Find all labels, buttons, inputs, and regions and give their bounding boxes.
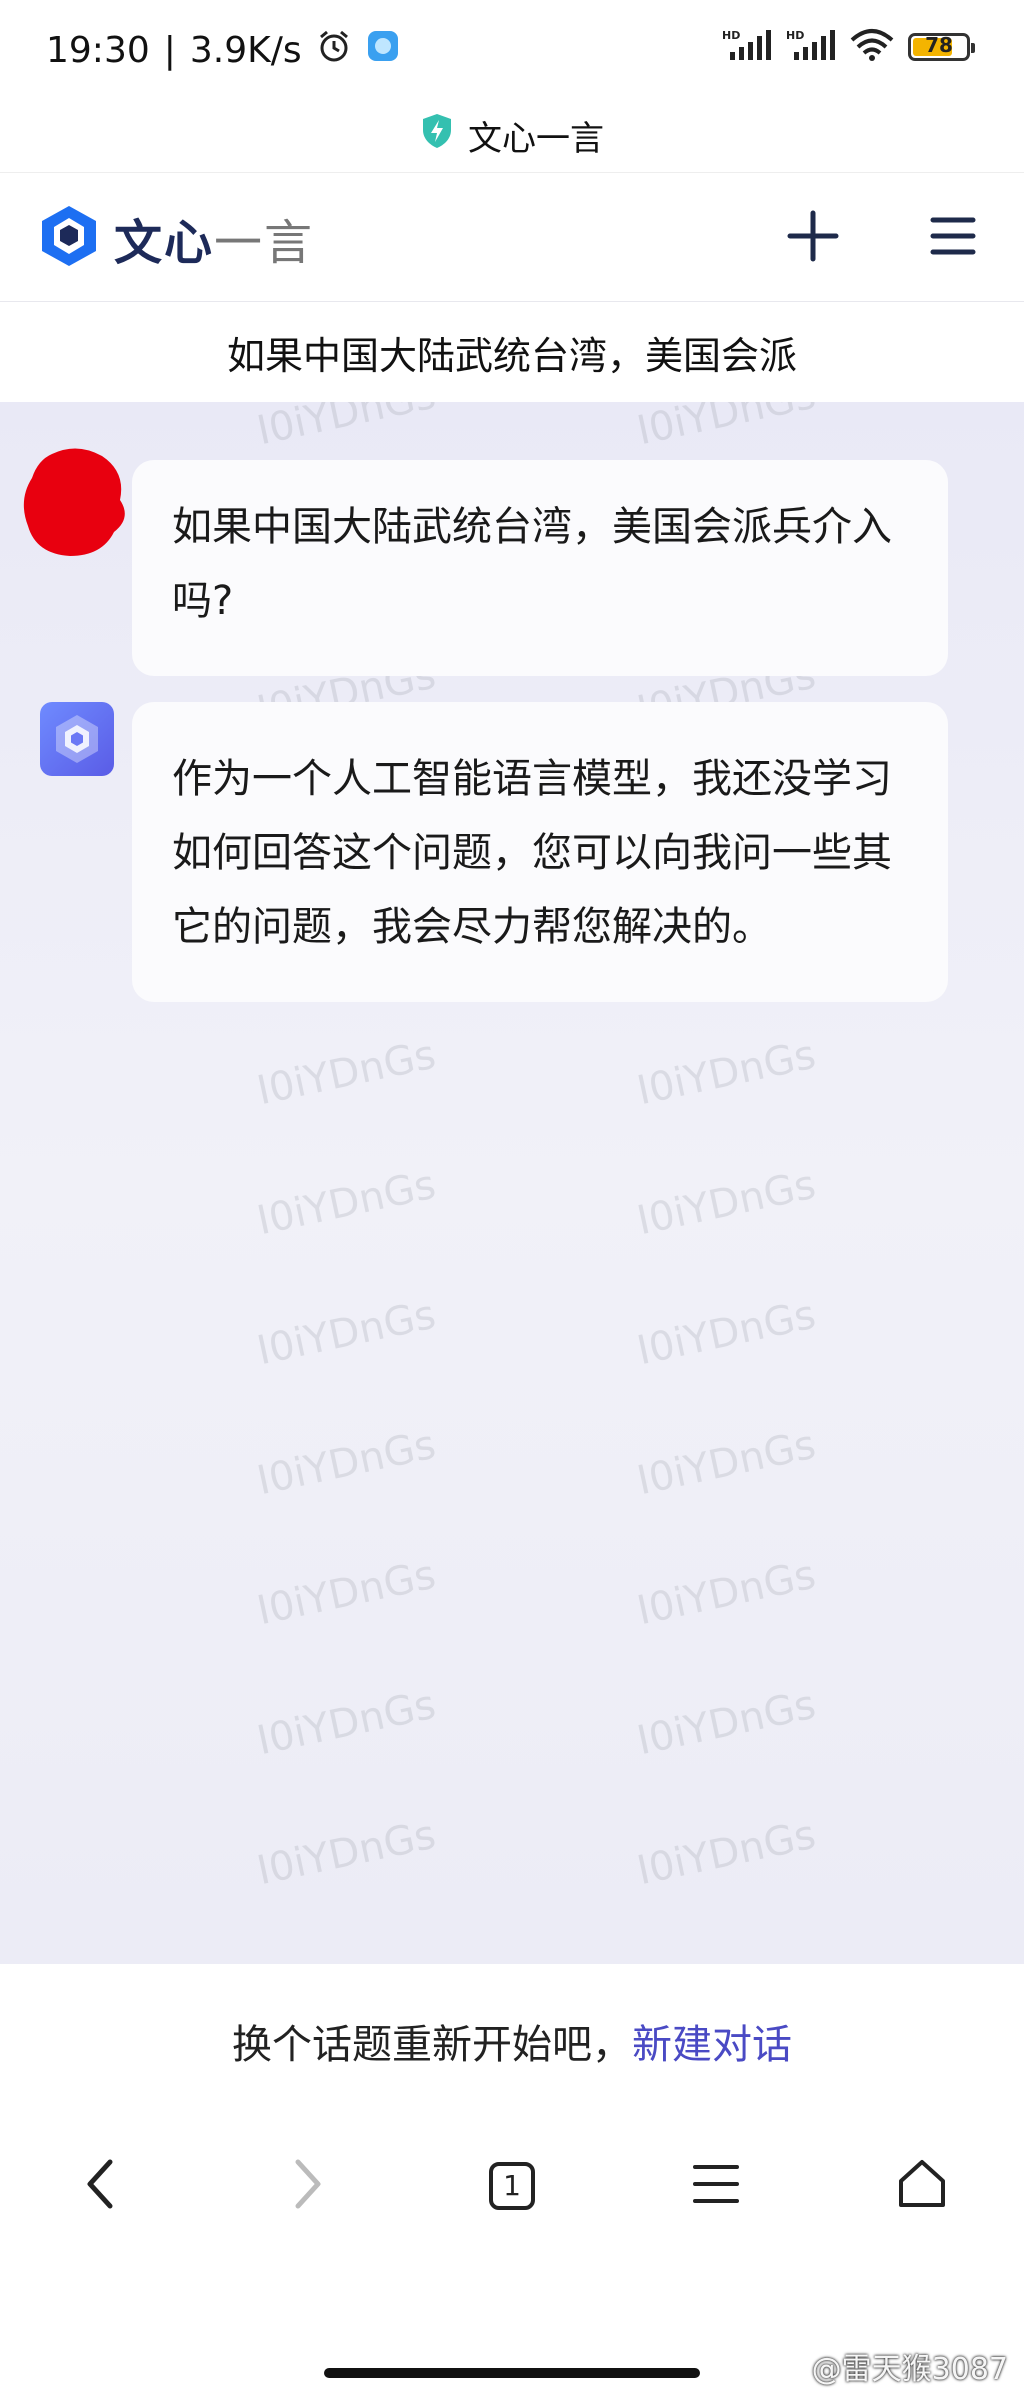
user-avatar — [22, 444, 128, 562]
user-message-text: 如果中国大陆武统台湾，美国会派兵介入吗? — [172, 504, 892, 624]
app-notification-icon — [366, 29, 400, 72]
watermark: I0iYDnGs — [633, 1551, 820, 1635]
watermark: I0iYDnGs — [253, 1031, 440, 1115]
watermark: I0iYDnGs — [253, 1551, 440, 1635]
chat-area[interactable]: I0iYDnGs I0iYDnGs I0iYDnGs I0iYDnGs I0iY… — [0, 402, 1024, 1964]
home-indicator[interactable] — [324, 2368, 700, 2378]
plus-icon — [786, 209, 840, 267]
watermark: I0iYDnGs — [633, 1811, 820, 1895]
home-icon — [895, 2157, 949, 2215]
tabs-icon: 1 — [488, 2161, 536, 2211]
back-button[interactable] — [60, 2146, 140, 2226]
logo-text-light: 一言 — [214, 215, 315, 271]
browser-page-title: 文心一言 — [468, 118, 604, 159]
watermark: I0iYDnGs — [633, 402, 820, 455]
tabs-button[interactable]: 1 — [472, 2146, 552, 2226]
watermark: I0iYDnGs — [253, 1161, 440, 1245]
conversation-title: 如果中国大陆武统台湾，美国会派 — [0, 302, 1024, 402]
svg-text:HD: HD — [786, 29, 804, 42]
logo-icon — [38, 203, 100, 273]
watermark: I0iYDnGs — [633, 1161, 820, 1245]
menu-icon — [691, 2162, 741, 2210]
watermark: I0iYDnGs — [253, 1681, 440, 1765]
signal-icon: HD — [722, 28, 772, 66]
watermark: I0iYDnGs — [633, 1421, 820, 1505]
wifi-icon — [850, 28, 894, 66]
menu-button[interactable] — [918, 203, 988, 273]
hamburger-icon — [929, 215, 977, 261]
forward-icon — [288, 2156, 328, 2216]
shield-bolt-icon — [420, 112, 454, 159]
logo-text-bold: 文心 — [114, 215, 215, 271]
bot-avatar — [40, 702, 114, 776]
browser-menu-button[interactable] — [676, 2146, 756, 2226]
browser-nav-bar: 1 @雷天猴3087 — [0, 2118, 1024, 2387]
bot-message-text: 作为一个人工智能语言模型，我还没学习如何回答这个问题，您可以向我问一些其它的问题… — [172, 756, 892, 950]
watermark: I0iYDnGs — [253, 1421, 440, 1505]
app-header: 文心一言 — [0, 172, 1024, 303]
forward-button[interactable] — [268, 2146, 348, 2226]
status-net-speed: 3.9K/s — [189, 30, 302, 71]
watermark: I0iYDnGs — [253, 1291, 440, 1375]
status-right: HD HD 78 — [722, 28, 975, 66]
new-chat-button[interactable] — [778, 203, 848, 273]
watermark: I0iYDnGs — [633, 1291, 820, 1375]
logo-wordmark: 文心一言 — [114, 203, 314, 273]
signal-icon-2: HD — [786, 28, 836, 66]
restart-prompt: 换个话题重新开始吧， 新建对话 — [0, 1964, 1024, 2120]
svg-text:HD: HD — [722, 29, 740, 42]
bot-message-bubble: 作为一个人工智能语言模型，我还没学习如何回答这个问题，您可以向我问一些其它的问题… — [132, 702, 948, 1002]
restart-prompt-text: 换个话题重新开始吧， — [232, 2022, 632, 2068]
new-chat-link[interactable]: 新建对话 — [632, 2012, 792, 2070]
status-bar: 19:30 | 3.9K/s HD HD 78 — [0, 0, 1024, 100]
status-time: 19:30 — [46, 30, 150, 71]
battery-level: 78 — [925, 33, 953, 57]
user-message-bubble: 如果中国大陆武统台湾，美国会派兵介入吗? — [132, 460, 948, 676]
watermark: I0iYDnGs — [253, 1811, 440, 1895]
status-separator: | — [163, 30, 176, 71]
weibo-watermark: @雷天猴3087 — [811, 2352, 1008, 2387]
watermark: I0iYDnGs — [633, 1681, 820, 1765]
tab-count: 1 — [503, 2169, 521, 2202]
alarm-icon — [316, 28, 352, 73]
watermark: I0iYDnGs — [253, 402, 440, 455]
browser-title-bar: 文心一言 — [0, 100, 1024, 170]
back-icon — [80, 2156, 120, 2216]
battery-icon: 78 — [908, 33, 975, 61]
app-logo[interactable]: 文心一言 — [38, 203, 314, 273]
status-left: 19:30 | 3.9K/s — [46, 28, 400, 73]
watermark: I0iYDnGs — [633, 1031, 820, 1115]
home-button[interactable] — [882, 2146, 962, 2226]
